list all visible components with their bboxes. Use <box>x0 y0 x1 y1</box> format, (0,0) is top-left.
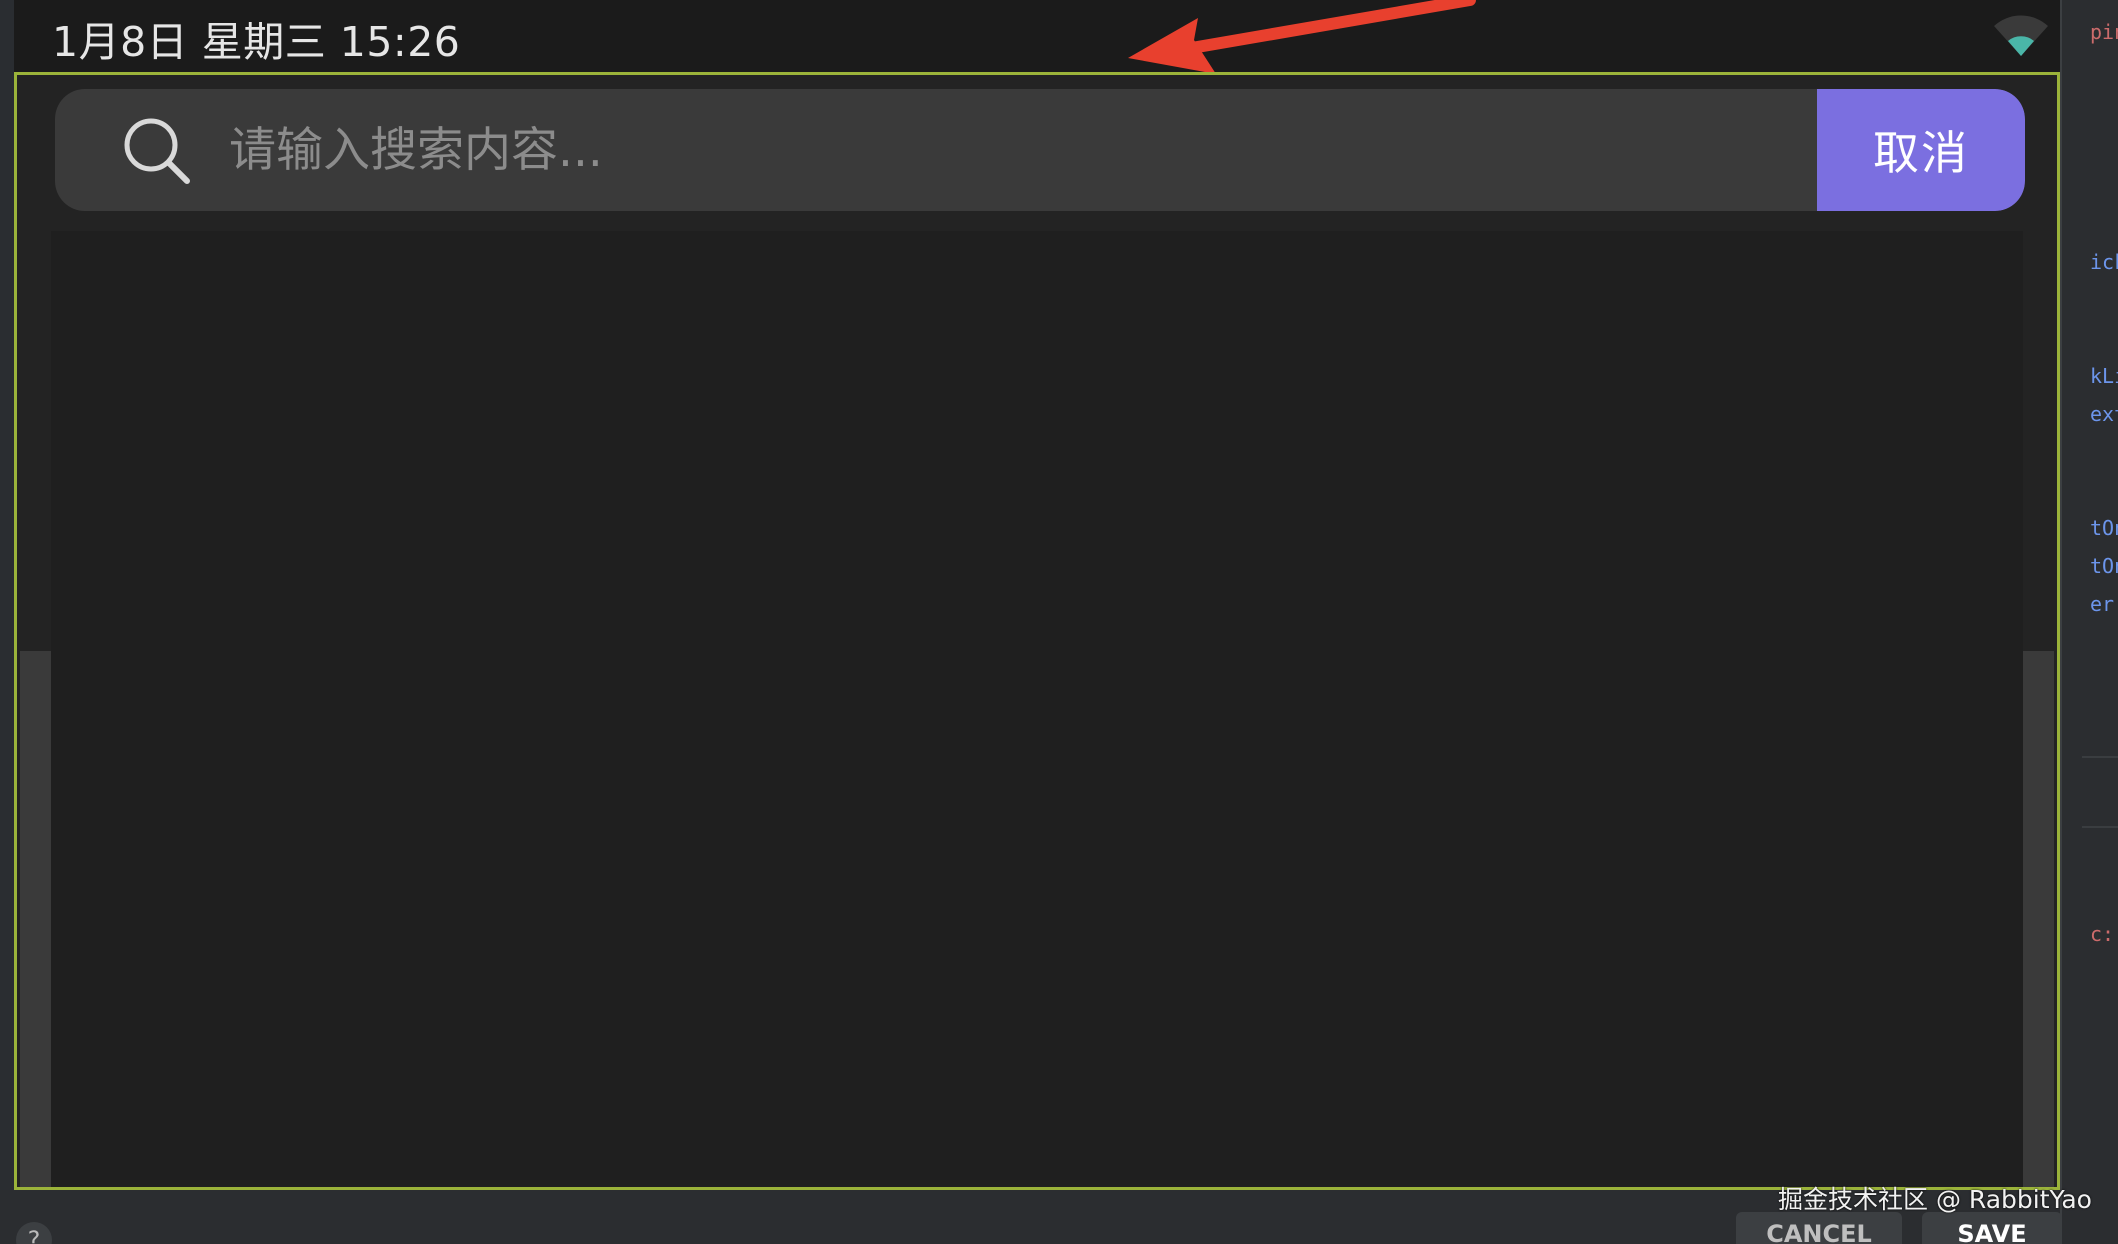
search-icon <box>124 118 190 184</box>
status-datetime: 1月8日 星期三 15:26 <box>52 18 461 66</box>
code-fragment: tOn <box>2090 554 2118 578</box>
divider <box>2082 826 2118 828</box>
code-fragment: ick <box>2090 250 2118 274</box>
ide-code-strip: pin ick kLi ext tOn tOn er c: <box>2060 0 2118 1244</box>
ide-cancel-button[interactable]: CANCEL <box>1736 1212 1902 1244</box>
annotation-arrow-icon <box>1128 0 1476 74</box>
screen: 1月8日 星期三 15:26 取消 pin ick kLi ext tOn tO… <box>0 0 2118 1244</box>
search-results-area <box>51 231 2023 1187</box>
search-input[interactable] <box>229 89 1829 211</box>
right-gutter <box>2023 651 2054 1187</box>
code-fragment: tOn <box>2090 516 2118 540</box>
help-icon[interactable]: ? <box>16 1222 52 1244</box>
code-fragment: c: <box>2090 922 2115 946</box>
status-bar: 1月8日 星期三 15:26 <box>14 0 2060 72</box>
left-gutter <box>20 651 51 1187</box>
ide-bottom-bar: ? CANCEL SAVE <box>0 1190 2062 1244</box>
code-fragment: kLi <box>2090 364 2118 388</box>
watermark: 掘金技术社区 @ RabbitYao <box>1778 1185 2092 1214</box>
divider <box>2082 756 2118 758</box>
code-fragment: ext <box>2090 402 2118 426</box>
ide-left-strip <box>0 0 14 1244</box>
code-fragment: er <box>2090 592 2115 616</box>
wifi-icon <box>1994 15 2048 56</box>
code-fragment: pin <box>2090 20 2118 44</box>
cancel-search-button[interactable]: 取消 <box>1817 89 2025 211</box>
device-preview-frame: 取消 <box>14 72 2060 1190</box>
search-bar: 取消 <box>55 89 2025 211</box>
ide-save-button[interactable]: SAVE <box>1922 1212 2062 1244</box>
